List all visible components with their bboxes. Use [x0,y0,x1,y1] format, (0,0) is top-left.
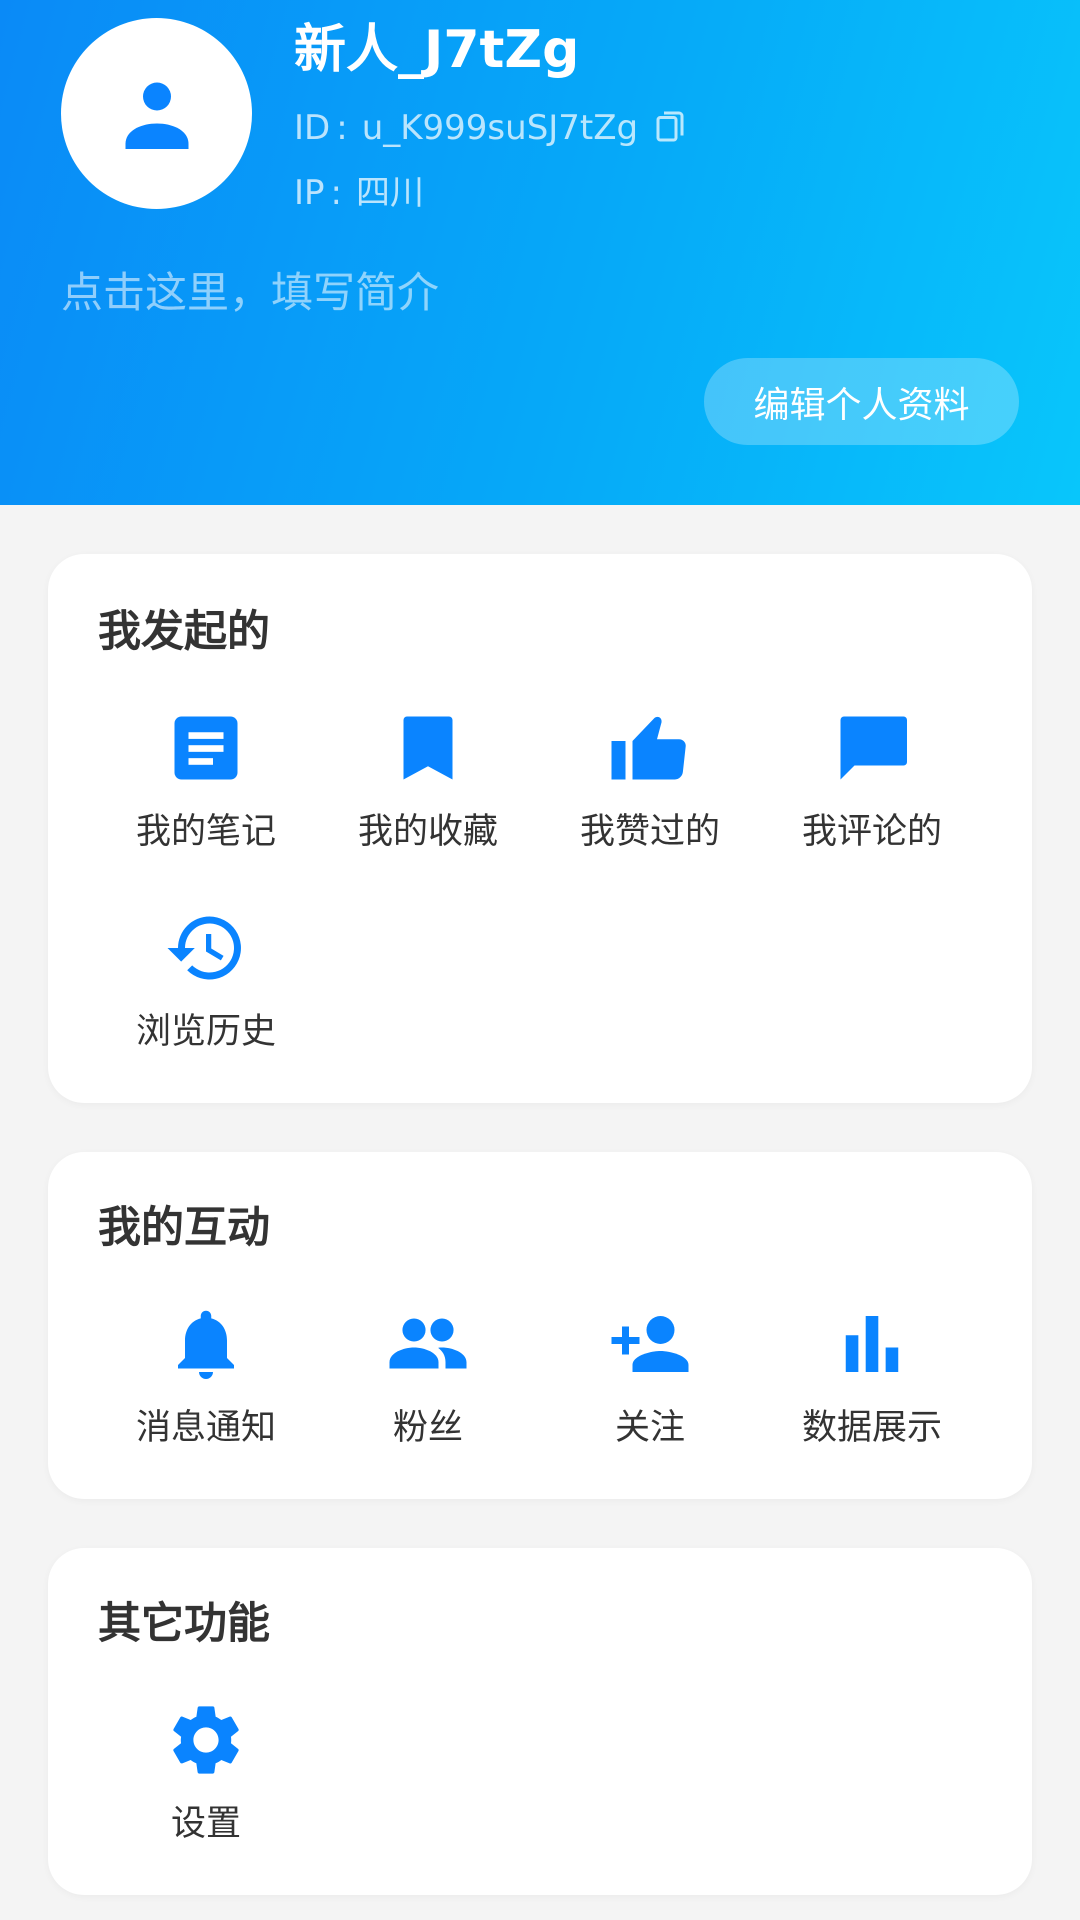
interaction-card: 我的互动 消息通知 粉丝 关注 数据展示 [48,1152,1032,1499]
item-label: 浏览历史 [135,1012,276,1052]
other-title: 其它功能 [98,1599,270,1649]
my-notes-item[interactable]: 我的笔记 [106,706,306,856]
notifications-item[interactable]: 消息通知 [106,1302,306,1452]
my-favorites-item[interactable]: 我的收藏 [328,706,528,856]
ip-value: 四川 [356,173,424,213]
my-likes-item[interactable]: 我赞过的 [550,706,750,856]
thumb-up-icon [611,716,686,780]
ip-separator: : [330,173,342,213]
item-label: 粉丝 [392,1408,463,1448]
settings-item[interactable]: 设置 [106,1698,306,1848]
fans-icon [389,1318,467,1369]
user-icon [125,82,188,149]
fans-item[interactable]: 粉丝 [328,1302,528,1452]
item-label: 我的笔记 [135,812,276,852]
edit-profile-button[interactable]: 编辑个人资料 [704,358,1019,445]
gear-icon [173,1706,239,1774]
item-label: 我评论的 [801,812,942,852]
item-label: 我的收藏 [357,812,498,852]
ip-label: IP [294,173,325,213]
copy-icon[interactable] [652,108,688,148]
username: 新人_J7tZg [294,20,580,80]
bio-placeholder[interactable]: 点击这里，填写简介 [61,263,439,323]
user-id-row: ID : u_K999suSJ7tZg [294,104,688,152]
interaction-title: 我的互动 [98,1203,270,1253]
data-display-item[interactable]: 数据展示 [772,1302,972,1452]
item-label: 我赞过的 [579,812,720,852]
history-icon [167,916,241,980]
id-separator: : [336,108,348,148]
user-ip-row: IP : 四川 [294,169,424,217]
item-label: 数据展示 [801,1408,942,1448]
bar-chart-icon [845,1316,899,1372]
comment-icon [840,716,907,780]
initiated-card: 我发起的 我的笔记 我的收藏 我赞过的 我评论的 浏览历史 [48,554,1032,1103]
note-icon [174,716,238,780]
profile-header: 新人_J7tZg ID : u_K999suSJ7tZg IP : 四川 点击这… [0,0,1080,505]
id-label: ID [294,108,331,148]
item-label: 设置 [170,1804,241,1844]
follow-item[interactable]: 关注 [550,1302,750,1452]
browse-history-item[interactable]: 浏览历史 [106,906,306,1056]
my-comments-item[interactable]: 我评论的 [772,706,972,856]
follow-icon [611,1316,689,1372]
avatar[interactable] [61,18,252,209]
item-label: 关注 [614,1408,685,1448]
bell-icon [178,1310,234,1379]
initiated-title: 我发起的 [98,607,270,657]
bookmark-icon [403,716,453,780]
other-card: 其它功能 设置 [48,1548,1032,1895]
id-value: u_K999suSJ7tZg [361,108,639,148]
item-label: 消息通知 [135,1408,276,1448]
